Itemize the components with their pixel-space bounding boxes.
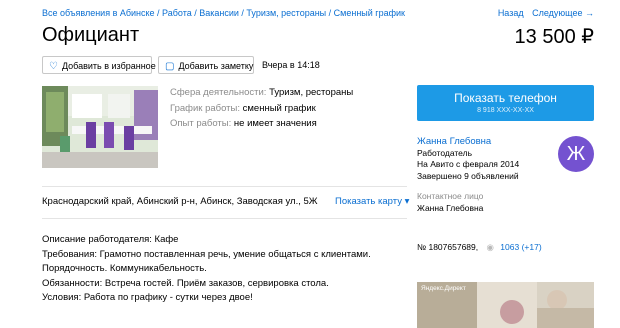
description-line: Условия: Работа по графику - сутки через…: [42, 292, 253, 303]
param-row: График работы: сменный график: [170, 101, 353, 117]
param-row: Опыт работы: не имеет значения: [170, 116, 353, 132]
price: 13 500 ₽: [514, 26, 594, 48]
add-note-button[interactable]: ▢ Добавить заметку: [158, 56, 254, 74]
param-key: Сфера деятельности:: [170, 87, 267, 98]
param-key: График работы:: [170, 102, 240, 114]
views-count[interactable]: 1063 (+17): [500, 242, 541, 252]
seller-name-link[interactable]: Жанна Глебовна: [417, 136, 519, 148]
seller-role: Работодатель: [417, 147, 472, 158]
contact-label: Контактное лицо: [417, 191, 484, 201]
ad-banner[interactable]: Яндекс.Директ: [417, 282, 594, 328]
listing-meta: № 1807657689, ◉ 1063 (+17): [417, 242, 542, 253]
add-favorite-button[interactable]: ♡ Добавить в избранное: [42, 56, 156, 74]
description: Описание работодателя: Кафе Требования: …: [42, 233, 371, 306]
description-line: Порядочность. Коммуникабельность.: [42, 263, 207, 274]
breadcrumb[interactable]: Все объявления в Абинске / Работа / Вака…: [42, 8, 405, 18]
item-navigation: Назад Следующее →: [492, 8, 594, 18]
param-key: Опыт работы:: [170, 118, 232, 129]
description-line: Обязанности: Встреча гостей. Приём заказ…: [42, 277, 329, 289]
param-value: не имеет значения: [233, 118, 317, 129]
phone-number-masked: 8 918 XXX-XX-XX: [477, 107, 534, 114]
param-value: сменный график: [242, 102, 316, 114]
param-row: Сфера деятельности: Туризм, рестораны: [170, 85, 353, 101]
back-link[interactable]: Назад: [498, 8, 524, 18]
show-phone-label: Показать телефон: [454, 91, 557, 105]
heart-icon: ♡: [49, 61, 58, 72]
show-map-link[interactable]: Показать карту ▾: [335, 196, 409, 207]
posted-time: Вчера в 14:18: [262, 60, 320, 70]
listing-params: Сфера деятельности: Туризм, рестораны Гр…: [170, 85, 353, 132]
divider: [42, 186, 407, 187]
eye-icon: ◉: [486, 242, 494, 252]
ad-number: № 1807657689,: [417, 242, 479, 252]
page-title: Официант: [42, 24, 140, 46]
seller-since: На Авито с февраля 2014: [417, 159, 520, 169]
contact-person: Контактное лицо Жанна Глебовна: [417, 191, 483, 214]
ad-label: Яндекс.Директ: [421, 285, 466, 292]
listing-photo[interactable]: [42, 86, 158, 168]
seller-completed: Завершено 9 объявлений: [417, 170, 519, 181]
seller-info: Жанна Глебовна Работодатель На Авито с ф…: [417, 136, 519, 182]
next-link[interactable]: Следующее →: [532, 8, 594, 18]
add-favorite-label: Добавить в избранное: [61, 61, 156, 71]
show-phone-button[interactable]: Показать телефон 8 918 XXX-XX-XX: [417, 85, 594, 121]
address: Краснодарский край, Абинский р-н, Абинск…: [42, 196, 318, 207]
description-line: Требования: Грамотно поставленная речь, …: [42, 248, 371, 260]
param-value: Туризм, рестораны: [269, 87, 354, 98]
contact-name: Жанна Глебовна: [417, 202, 484, 213]
note-icon: ▢: [165, 61, 175, 72]
add-note-label: Добавить заметку: [178, 61, 254, 71]
avatar[interactable]: Ж: [558, 136, 594, 172]
divider: [42, 218, 407, 219]
description-line: Описание работодателя: Кафе: [42, 234, 179, 245]
